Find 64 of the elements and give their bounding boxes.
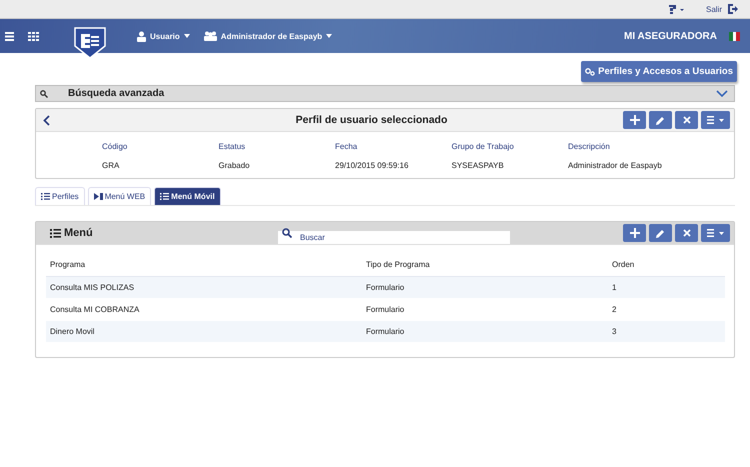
search-icon	[40, 90, 48, 98]
menu-button[interactable]	[701, 224, 730, 242]
menu-icon[interactable]	[5, 32, 14, 40]
tab[interactable]: Menú WEB	[88, 187, 152, 205]
delete-button[interactable]	[675, 224, 698, 242]
search-field[interactable]: Buscar	[278, 230, 510, 244]
play-icon	[94, 193, 103, 200]
field-value: GRA	[102, 161, 120, 170]
table-cell: Consulta MIS POLIZAS	[46, 276, 362, 298]
flag-icon	[729, 32, 740, 40]
user-icon	[137, 30, 146, 42]
advanced-search-bar[interactable]: Búsqueda avanzada	[35, 85, 735, 102]
pencil-icon	[656, 116, 665, 124]
field-value: 29/10/2015 09:59:16	[335, 161, 410, 170]
plus-icon	[630, 115, 640, 125]
profiles-access-button[interactable]: Perfiles y Accesos a Usuarios	[581, 61, 737, 82]
shield-logo-icon[interactable]	[73, 26, 107, 58]
search-panel-title: Búsqueda avanzada	[68, 88, 166, 99]
group-menu[interactable]: Administrador de Easpayb	[204, 31, 332, 41]
tab[interactable]: Menú Móvil	[154, 187, 221, 205]
menu-button[interactable]	[701, 111, 730, 129]
list-icon	[41, 193, 50, 200]
list-icon	[50, 228, 61, 238]
tab[interactable]: Perfiles	[35, 187, 85, 205]
help-icon[interactable]	[668, 4, 686, 14]
search-icon	[282, 228, 292, 238]
field-value: Administrador de Easpayb	[568, 161, 663, 170]
users-icon	[204, 31, 217, 41]
user-menu[interactable]: Usuario	[137, 30, 190, 42]
field-value: SYSEASPAYB	[452, 161, 505, 170]
field-value: Grabado	[218, 161, 251, 170]
gears-icon	[585, 68, 596, 76]
field-label: Código	[102, 142, 128, 151]
field-label: Estatus	[218, 142, 246, 151]
profile-title: Perfil de usuario seleccionado	[294, 114, 448, 126]
caret-icon	[184, 34, 190, 38]
list-caret-icon	[707, 116, 724, 124]
field-label: Grupo de Trabajo	[452, 142, 515, 151]
caret-icon	[326, 34, 332, 38]
close-icon	[682, 229, 690, 237]
logout-icon[interactable]	[728, 4, 738, 14]
pencil-icon	[656, 228, 665, 238]
field-label: Descripción	[568, 142, 611, 151]
list-caret-icon	[707, 229, 724, 237]
add-button[interactable]	[623, 224, 646, 242]
menu-title: Menú	[64, 227, 94, 239]
list-icon	[160, 193, 170, 200]
edit-button[interactable]	[649, 224, 672, 242]
table-cell: Formulario	[362, 320, 608, 342]
table-cell: Formulario	[362, 276, 608, 298]
table-cell: 1	[608, 276, 725, 298]
close-icon	[682, 116, 690, 124]
company-name: MI ASEGURADORA	[624, 30, 717, 42]
field-label: Fecha	[335, 142, 358, 151]
back-icon[interactable]	[43, 114, 50, 126]
apps-grid-icon[interactable]	[28, 32, 39, 40]
delete-button[interactable]	[675, 111, 698, 129]
chevron-icon[interactable]	[716, 90, 728, 97]
plus-icon	[630, 228, 640, 238]
edit-button[interactable]	[649, 111, 672, 129]
table-cell: Dinero Movil	[46, 320, 362, 342]
logout-link[interactable]: Salir	[706, 4, 722, 14]
table-cell: 3	[608, 320, 725, 342]
add-button[interactable]	[623, 111, 646, 129]
